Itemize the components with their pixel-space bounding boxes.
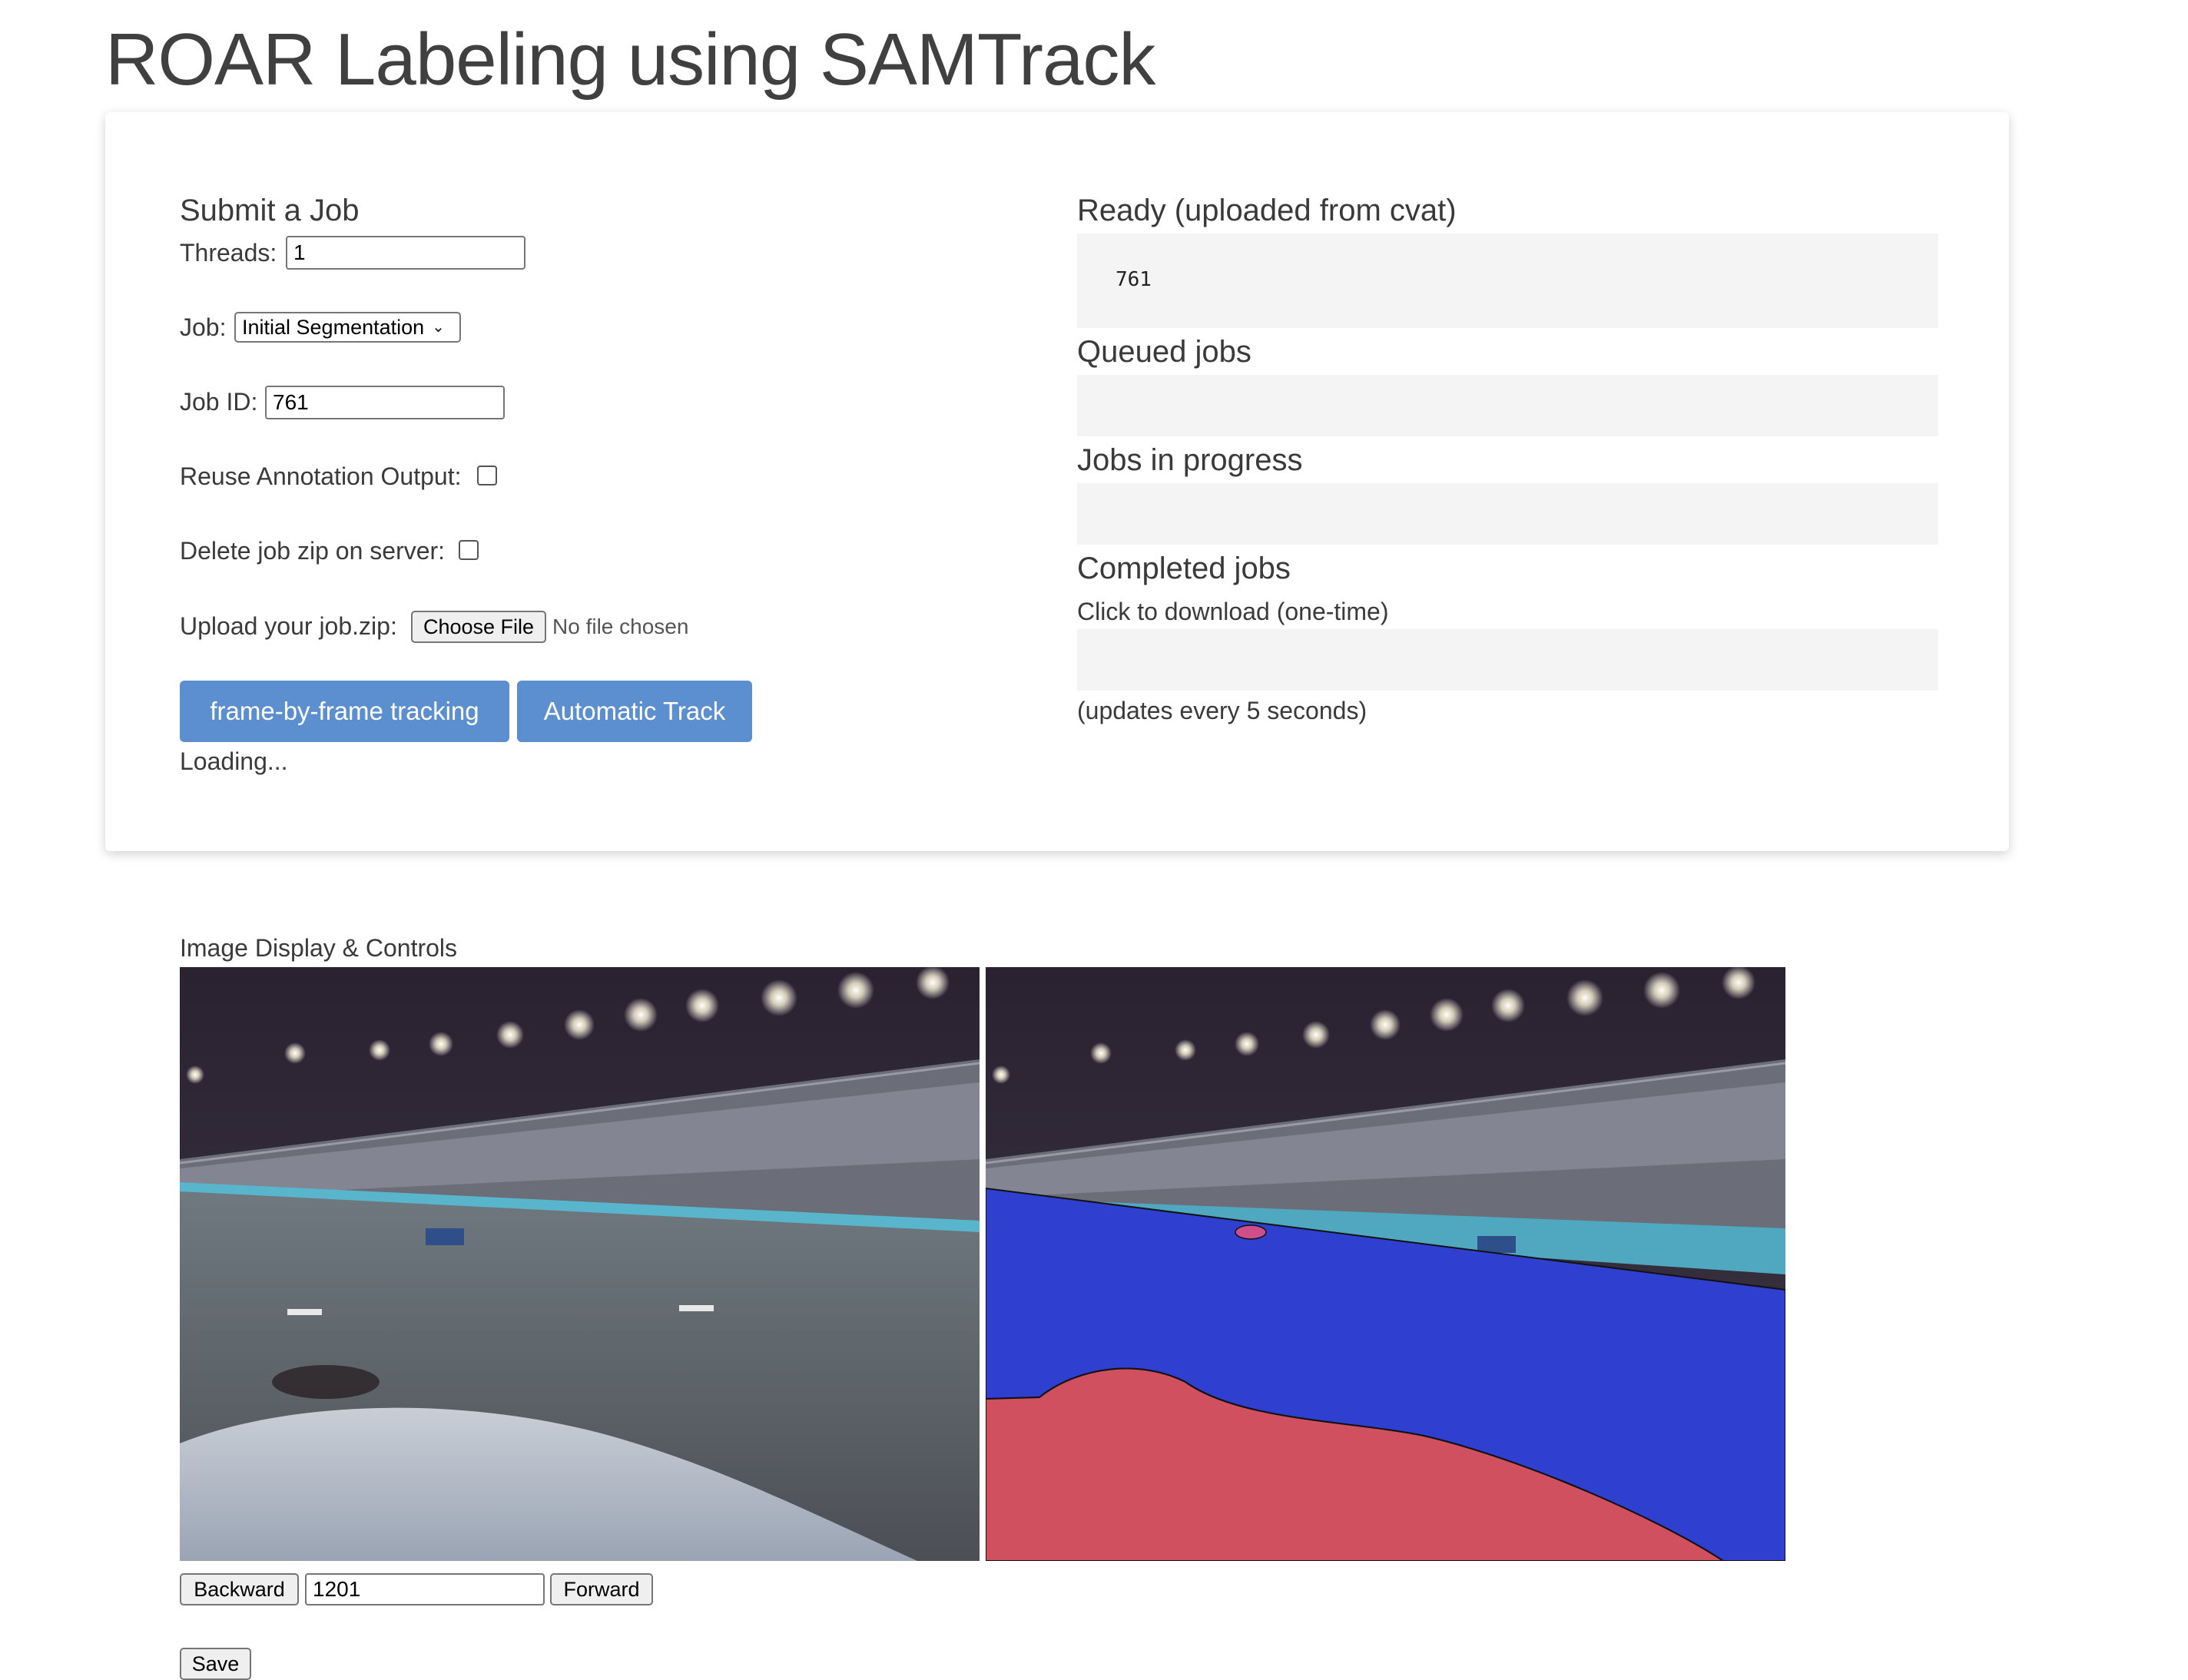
frame-by-frame-button[interactable]: frame-by-frame tracking [180, 681, 509, 742]
upload-label: Upload your job.zip: [180, 612, 397, 640]
no-file-text: No file chosen [552, 615, 689, 638]
ready-heading: Ready (uploaded from cvat) [1077, 194, 1457, 227]
ready-list: 761 [1077, 234, 1938, 328]
threads-label: Threads: [180, 239, 277, 267]
queued-list [1077, 375, 1938, 436]
page-title: ROAR Labeling using SAMTrack [105, 18, 1155, 101]
job-select[interactable]: Initial Segmentation ⌄ [234, 312, 461, 343]
original-frame-image [180, 967, 980, 1561]
in-progress-heading: Jobs in progress [1077, 443, 1303, 477]
queued-heading: Queued jobs [1077, 335, 1251, 369]
job-label: Job: [180, 313, 227, 341]
update-note: (updates every 5 seconds) [1077, 697, 1368, 724]
submit-heading: Submit a Job [180, 194, 360, 227]
in-progress-list [1077, 483, 1938, 545]
completed-list [1077, 629, 1938, 691]
loading-text: Loading... [180, 747, 288, 775]
threads-input[interactable] [286, 236, 525, 270]
delete-zip-checkbox[interactable] [459, 540, 479, 560]
reuse-annotation-label: Reuse Annotation Output: [180, 462, 462, 490]
save-button[interactable]: Save [180, 1648, 251, 1680]
backward-button[interactable]: Backward [180, 1573, 299, 1605]
ready-list-item[interactable]: 761 [1116, 268, 1152, 291]
reuse-annotation-checkbox[interactable] [477, 466, 497, 485]
forward-button[interactable]: Forward [550, 1573, 653, 1605]
job-id-input[interactable] [265, 386, 505, 419]
image-display-heading: Image Display & Controls [180, 934, 458, 962]
choose-file-button[interactable]: Choose File [411, 611, 546, 643]
delete-zip-label: Delete job zip on server: [180, 537, 446, 565]
completed-hint: Click to download (one-time) [1077, 598, 1389, 625]
job-select-value: Initial Segmentation [242, 315, 425, 339]
completed-heading: Completed jobs [1077, 552, 1291, 585]
chevron-down-icon: ⌄ [432, 319, 445, 336]
automatic-track-button[interactable]: Automatic Track [517, 681, 752, 742]
frame-number-input[interactable] [305, 1573, 545, 1605]
job-id-label: Job ID: [180, 388, 258, 416]
segmented-frame-image [986, 967, 1785, 1561]
